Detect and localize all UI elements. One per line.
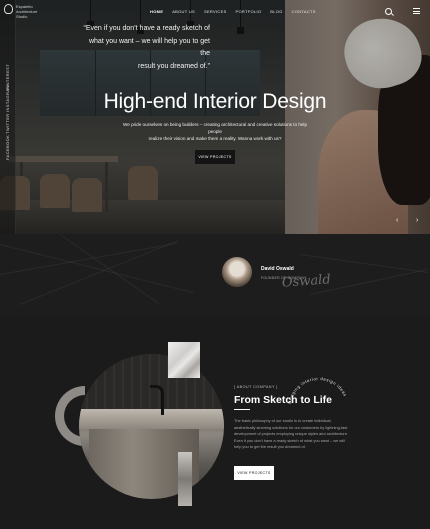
logo-line: Studio [16,14,28,19]
arrow-right-icon[interactable]: › [416,217,418,224]
avatar [222,257,252,287]
quote-text: “Even if you don’t have a ready sketch o… [80,23,210,73]
hero-subtitle-line: realize their vision and make them a rea… [148,136,282,141]
nav-item-blog[interactable]: BLOG [270,9,282,14]
social-link-facebook[interactable]: FACEBOOK [5,135,10,160]
hero-overlay [0,0,430,234]
hero-section: PINTEREST INSTAGRAM TWITTER FACEBOOK Esp… [0,0,430,234]
arrow-left-icon[interactable]: ‹ [396,217,398,224]
nav-item-portfolio[interactable]: PORTFOLIO [236,9,262,14]
about-body: The basic philosophy of our studio is to… [234,418,348,450]
author-name: David Oswald [261,266,294,272]
marble-square-decoration [168,342,200,378]
quote-line: result you dreamed of.” [138,62,210,70]
sketch-line [299,254,429,274]
hero-subtitle-line: We pride ourselves on being builders – c… [122,122,308,134]
quote-line: “Even if you don’t have a ready sketch o… [83,25,210,32]
hamburger-menu-icon[interactable] [413,8,420,14]
hero-subtitle: We pride ourselves on being builders – c… [120,121,310,142]
main-nav: HOME ABOUT US SERVICES PORTFOLIO BLOG CO… [150,9,316,14]
faucet [150,385,164,415]
logo-text[interactable]: Espaletto Architecture Studio [16,4,37,19]
author-role: FOUNDER OF COMPANY [261,276,307,280]
sketch-line [0,242,178,275]
nav-item-home[interactable]: HOME [150,9,163,14]
sketch-line [19,240,178,305]
hero-title: High-end Interior Design [103,90,327,113]
sketch-line [59,234,159,304]
search-icon[interactable] [385,8,392,15]
nav-item-about[interactable]: ABOUT US [172,9,195,14]
about-tag: [ ABOUT COMPANY ] [234,385,278,389]
bathroom-circle-image [79,354,224,499]
title-underline [234,409,250,410]
nav-item-contacts[interactable]: CONTACTS [292,9,316,14]
nav-item-services[interactable]: SERVICES [204,9,227,14]
quote-section [0,234,430,316]
quote-line: what you want – we will help you to get … [88,37,210,58]
logo-icon[interactable] [4,4,13,14]
marble-bar-decoration [178,452,192,506]
about-title: From Sketch to Life [234,394,333,406]
about-view-projects-button[interactable]: VIEW PROJECTS [234,466,274,480]
view-projects-button[interactable]: VIEW PROJECTS [195,150,235,164]
social-link-twitter[interactable]: TWITTER [5,113,10,134]
